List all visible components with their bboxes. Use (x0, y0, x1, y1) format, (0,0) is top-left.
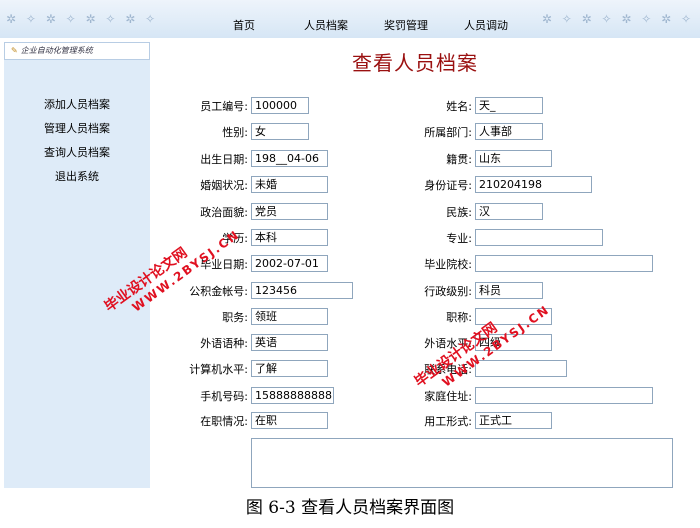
field-input[interactable]: 天_ (475, 97, 543, 114)
field-input[interactable]: 未婚 (251, 176, 328, 193)
field-label: 用工形式: (424, 415, 472, 428)
field-input[interactable]: 正式工 (475, 412, 552, 429)
field-input[interactable]: 2002-07-01 (251, 255, 328, 272)
field-label: 职称: (446, 311, 472, 324)
field-label: 籍贯: (446, 153, 472, 166)
field-input[interactable]: 汉 (475, 203, 543, 220)
field-label: 职务: (222, 311, 248, 324)
nav-rewards-penalties[interactable]: 奖罚管理 (384, 17, 428, 33)
decorative-pattern-icon: ✲ ✧ ✲ ✧ ✲ ✧ ✲ ✧ (541, 12, 694, 26)
field-label: 性别: (222, 126, 248, 139)
field-input[interactable] (475, 255, 653, 272)
field-input[interactable] (475, 360, 567, 377)
nav-personnel-records[interactable]: 人员档案 (304, 17, 348, 33)
field-label: 出生日期: (200, 153, 248, 166)
field-input[interactable]: 英语 (251, 334, 328, 351)
sidebar-item-exit[interactable]: 退出系统 (4, 168, 150, 184)
field-input[interactable]: 人事部 (475, 123, 543, 140)
nav-personnel-transfer[interactable]: 人员调动 (464, 17, 508, 33)
field-label: 毕业院校: (424, 258, 472, 271)
field-input[interactable]: 本科 (251, 229, 328, 246)
field-label: 员工编号: (200, 100, 248, 113)
page-title: 查看人员档案 (352, 51, 478, 75)
nav-home[interactable]: 首页 (233, 17, 255, 33)
field-input[interactable] (475, 387, 653, 404)
field-label: 外语语种: (200, 337, 248, 350)
field-label: 政治面貌: (200, 206, 248, 219)
sidebar-item-query-records[interactable]: 查询人员档案 (4, 144, 150, 160)
field-input[interactable]: 女 (251, 123, 309, 140)
sidebar-title-text: 企业自动化管理系统 (20, 46, 93, 55)
field-input[interactable]: 123456 (251, 282, 353, 299)
field-label: 专业: (446, 232, 472, 245)
sidebar-title: ✎ 企业自动化管理系统 (4, 42, 150, 60)
field-input[interactable]: 领班 (251, 308, 328, 325)
field-input[interactable]: 党员 (251, 203, 328, 220)
field-label: 婚姻状况: (200, 179, 248, 192)
field-label: 民族: (446, 206, 472, 219)
sidebar-item-manage-records[interactable]: 管理人员档案 (4, 120, 150, 136)
field-label: 在职情况: (200, 415, 248, 428)
field-label: 姓名: (446, 100, 472, 113)
field-input[interactable]: 100000 (251, 97, 309, 114)
field-input[interactable]: 在职 (251, 412, 328, 429)
field-label: 所属部门: (424, 126, 472, 139)
sidebar-item-add-record[interactable]: 添加人员档案 (4, 96, 150, 112)
sidebar-panel: ✎ 企业自动化管理系统 添加人员档案 管理人员档案 查询人员档案 退出系统 (4, 42, 150, 488)
field-input[interactable]: 山东 (475, 150, 552, 167)
figure-caption: 图 6-3 查看人员档案界面图 (0, 490, 700, 528)
field-label: 手机号码: (200, 390, 248, 403)
field-label: 身份证号: (424, 179, 472, 192)
notes-textarea[interactable] (251, 438, 673, 488)
field-input[interactable]: 了解 (251, 360, 328, 377)
decorative-pattern-icon: ✲ ✧ ✲ ✧ ✲ ✧ ✲ ✧ (6, 12, 159, 26)
field-input[interactable]: 15888888888 (251, 387, 334, 404)
field-input[interactable]: 198__04-06 (251, 150, 328, 167)
field-input[interactable]: 210204198 (475, 176, 592, 193)
pen-icon: ✎ (11, 46, 18, 55)
field-input[interactable] (475, 229, 603, 246)
top-nav-bar: ✲ ✧ ✲ ✧ ✲ ✧ ✲ ✧ ✲ ✧ ✲ ✧ ✲ ✧ ✲ ✧ 首页 人员档案 … (0, 0, 700, 39)
field-label: 计算机水平: (189, 363, 248, 376)
field-label: 行政级别: (424, 285, 472, 298)
sidebar: ✎ 企业自动化管理系统 添加人员档案 管理人员档案 查询人员档案 退出系统 (0, 38, 153, 488)
